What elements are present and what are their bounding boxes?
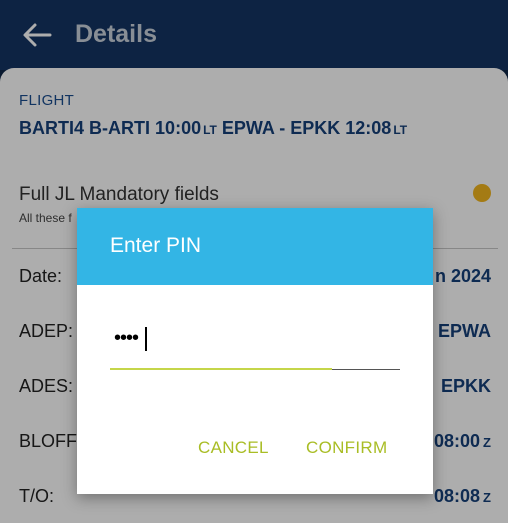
cancel-button[interactable]: CANCEL [198,438,269,458]
pin-input[interactable]: •••• [114,327,139,350]
dialog-header: Enter PIN [77,208,433,285]
dialog-title: Enter PIN [110,234,202,257]
confirm-button[interactable]: CONFIRM [306,438,387,458]
pin-input-focus-underline [110,368,332,370]
text-caret [145,327,147,351]
enter-pin-dialog: Enter PIN •••• CANCEL CONFIRM [77,208,433,494]
